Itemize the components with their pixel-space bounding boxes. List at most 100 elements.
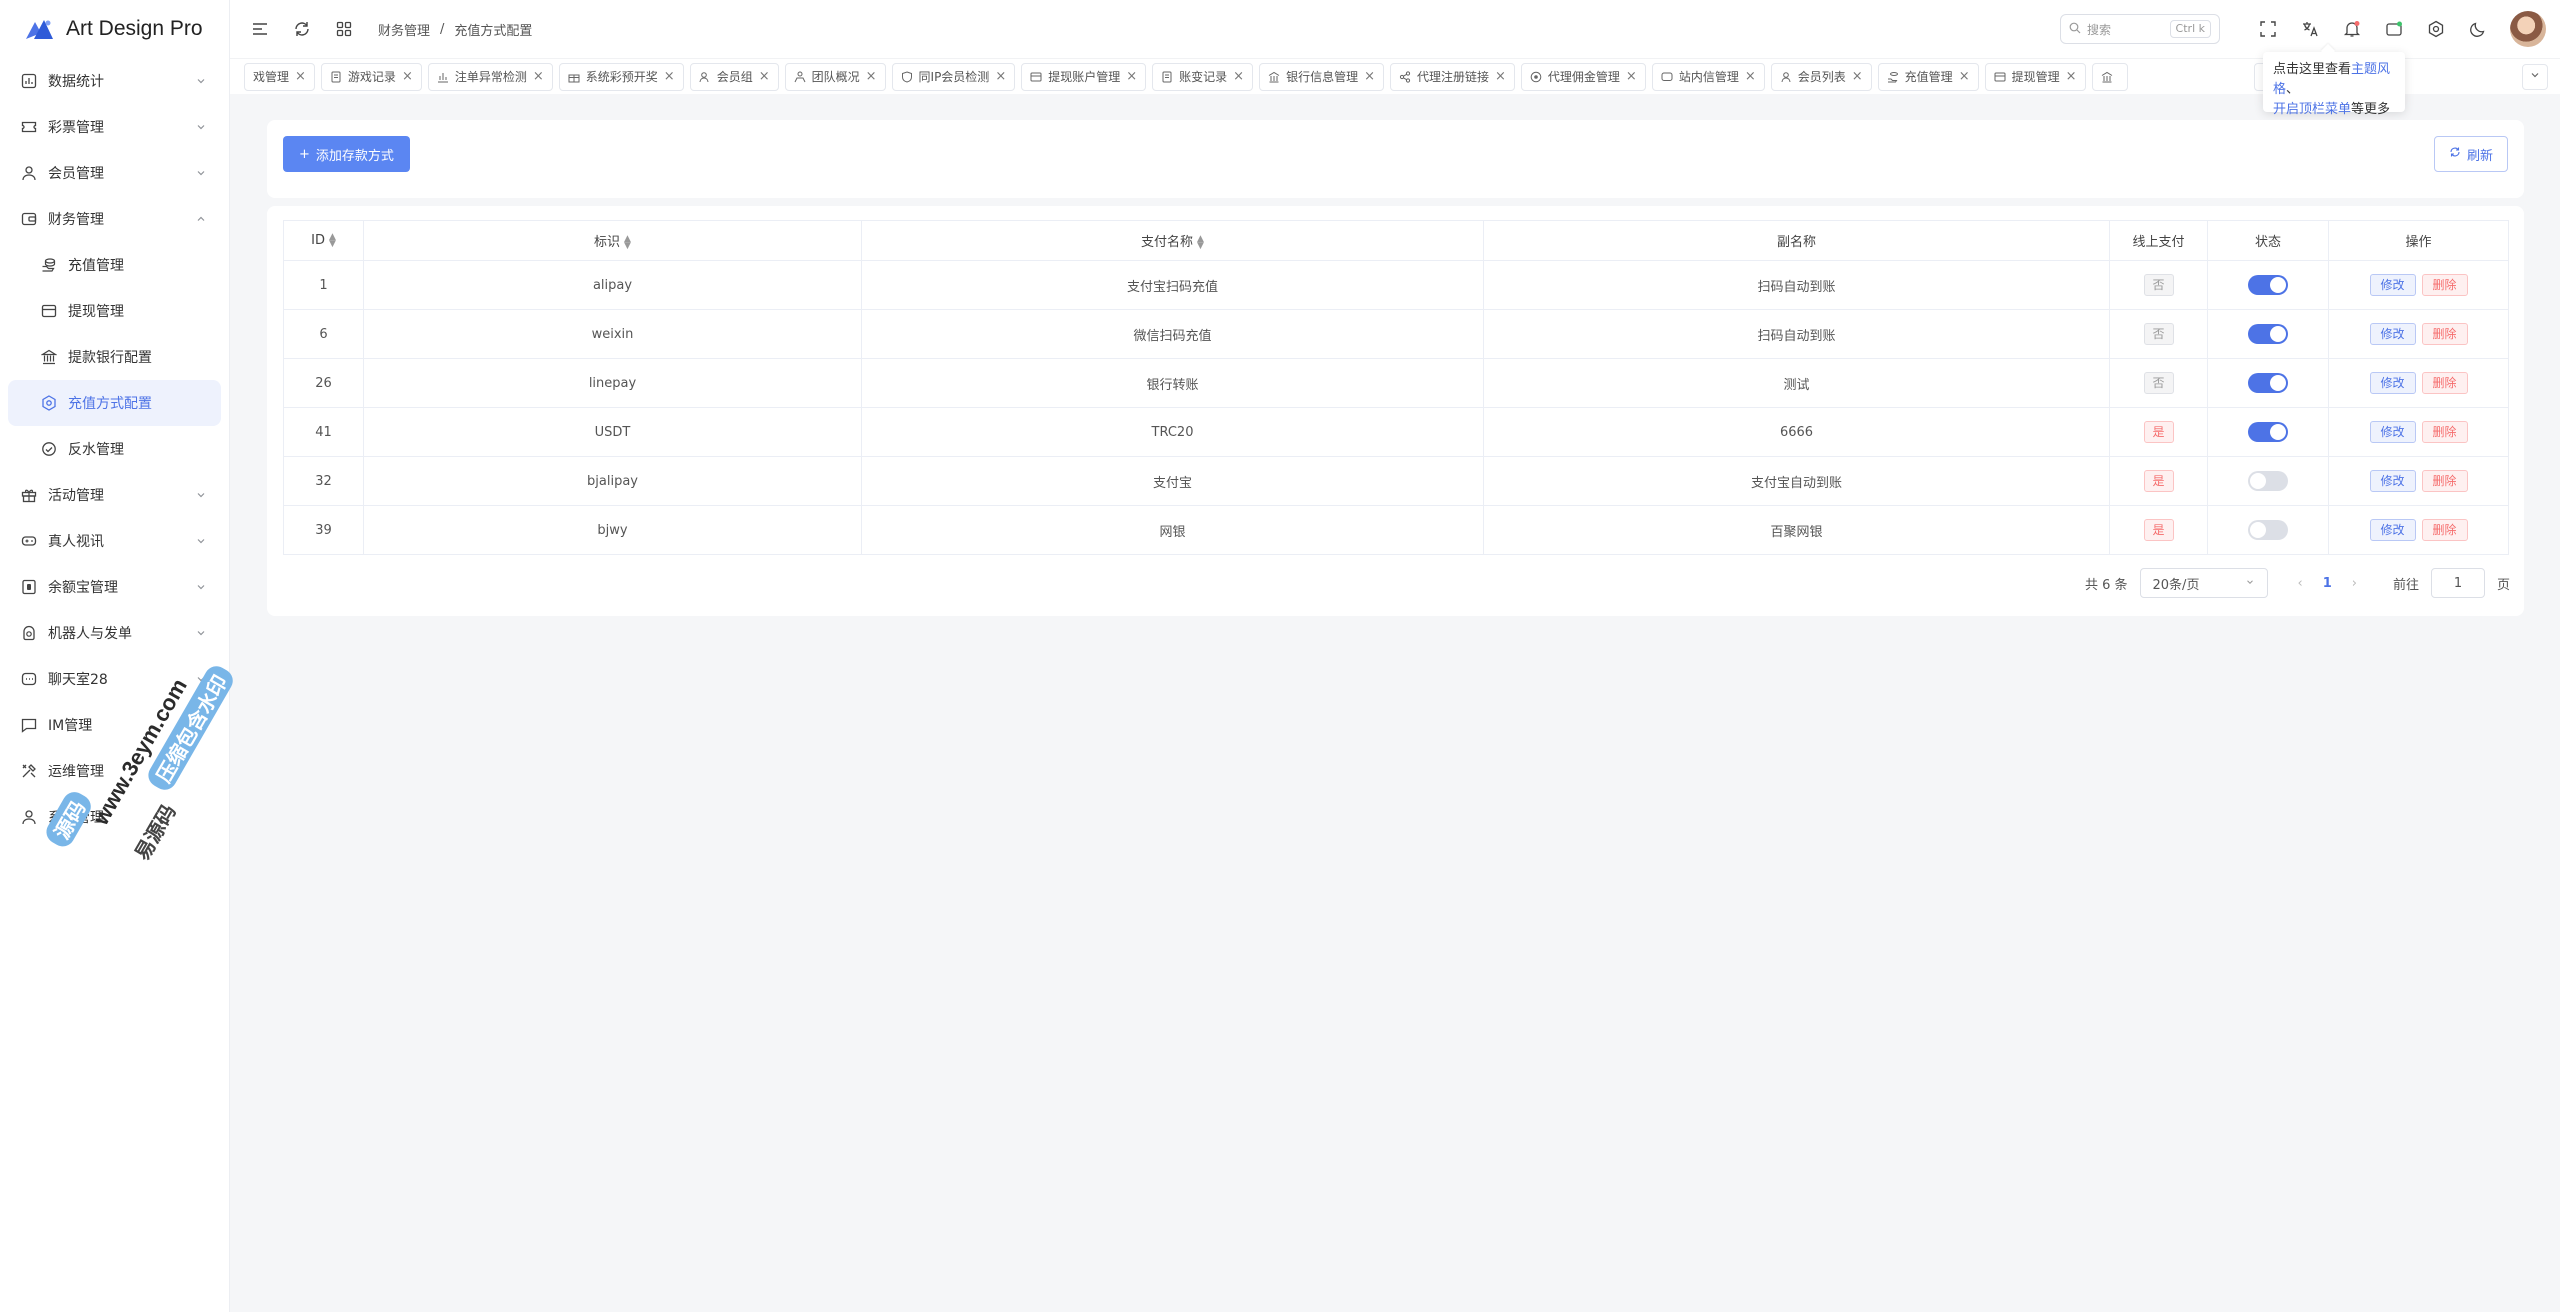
translate-icon[interactable] xyxy=(2300,19,2320,39)
status-toggle[interactable] xyxy=(2248,324,2288,344)
tab-bank-info[interactable]: 银行信息管理 × xyxy=(1259,62,1384,91)
delete-button[interactable]: 删除 xyxy=(2421,470,2468,492)
close-icon[interactable]: × xyxy=(295,69,306,84)
prev-page-icon[interactable]: ‹ xyxy=(2298,576,2303,591)
sidebar-item-chatroom28[interactable]: 聊天室28 xyxy=(0,656,229,702)
edit-button[interactable]: 修改 xyxy=(2369,274,2416,296)
close-icon[interactable]: × xyxy=(1745,69,1756,84)
logo[interactable]: Art Design Pro xyxy=(0,0,229,58)
refresh-icon[interactable] xyxy=(292,19,312,39)
refresh-button[interactable]: 刷新 xyxy=(2433,136,2508,172)
sidebar-item-members[interactable]: 会员管理 xyxy=(0,150,229,196)
bell-icon[interactable] xyxy=(2342,19,2362,39)
close-icon[interactable]: × xyxy=(1126,69,1137,84)
tab-system-lottery[interactable]: 系统彩预开奖 × xyxy=(558,62,684,91)
sidebar-item-lottery[interactable]: 彩票管理 xyxy=(0,104,229,150)
close-icon[interactable]: × xyxy=(995,69,1006,84)
tab-balance-records[interactable]: 账变记录 × xyxy=(1152,62,1254,91)
delete-button[interactable]: 删除 xyxy=(2421,421,2468,443)
edit-button[interactable]: 修改 xyxy=(2369,470,2416,492)
sort-icon[interactable]: ▲ ▼ xyxy=(329,232,336,248)
tab-withdraw-management[interactable]: 提现管理 × xyxy=(1984,62,2086,91)
sort-icon[interactable]: ▲ ▼ xyxy=(624,234,631,250)
settings-gear-icon[interactable] xyxy=(2426,19,2446,39)
fullscreen-icon[interactable] xyxy=(2258,19,2278,39)
column-header-id[interactable]: ID ▲ ▼ xyxy=(283,220,364,261)
tab-bet-anomaly[interactable]: 注单异常检测 × xyxy=(427,62,553,91)
close-icon[interactable]: × xyxy=(664,69,675,84)
sidebar-item-data-stats[interactable]: 数据统计 xyxy=(0,58,229,104)
grid-icon[interactable] xyxy=(334,19,354,39)
chat-icon[interactable] xyxy=(2384,19,2404,39)
tab-member-list[interactable]: 会员列表 × xyxy=(1770,62,1872,91)
sidebar-item-robot[interactable]: 机器人与发单 xyxy=(0,610,229,656)
column-header-name[interactable]: 支付名称 ▲ ▼ xyxy=(861,220,1484,261)
close-icon[interactable]: × xyxy=(866,69,877,84)
status-toggle[interactable] xyxy=(2248,373,2288,393)
avatar[interactable] xyxy=(2510,11,2546,47)
delete-button[interactable]: 删除 xyxy=(2421,372,2468,394)
add-deposit-method-button[interactable]: + 添加存款方式 xyxy=(283,136,410,172)
edit-button[interactable]: 修改 xyxy=(2369,372,2416,394)
sidebar-subitem-withdraw[interactable]: 提现管理 xyxy=(0,288,229,334)
tabs-more-button[interactable] xyxy=(2522,64,2548,90)
page-number-current[interactable]: 1 xyxy=(2323,576,2332,591)
bank-icon xyxy=(2101,71,2113,83)
sidebar-item-live-video[interactable]: 真人视讯 xyxy=(0,518,229,564)
sidebar-item-im[interactable]: IM管理 xyxy=(0,702,229,748)
status-toggle[interactable] xyxy=(2248,275,2288,295)
status-toggle[interactable] xyxy=(2248,471,2288,491)
edit-button[interactable]: 修改 xyxy=(2369,323,2416,345)
close-icon[interactable]: × xyxy=(1959,69,1970,84)
tab-game-records[interactable]: 游戏记录 × xyxy=(320,62,422,91)
sidebar-item-activities[interactable]: 活动管理 xyxy=(0,472,229,518)
tab-member-group[interactable]: 会员组 × xyxy=(689,62,779,91)
sidebar-item-yuebao[interactable]: 余额宝管理 xyxy=(0,564,229,610)
breadcrumb-item[interactable]: 财务管理 xyxy=(378,20,430,39)
edit-button[interactable]: 修改 xyxy=(2369,421,2416,443)
tab-bank-config[interactable] xyxy=(2091,62,2128,91)
delete-button[interactable]: 删除 xyxy=(2421,323,2468,345)
sort-icon[interactable]: ▲ ▼ xyxy=(1197,234,1204,250)
sidebar-item-system[interactable]: 系统管理 xyxy=(0,794,229,840)
sidebar-subitem-recharge[interactable]: 充值管理 xyxy=(0,242,229,288)
tab-game-management[interactable]: 戏管理 × xyxy=(244,62,315,91)
close-icon[interactable]: × xyxy=(759,69,770,84)
menu-fold-icon[interactable] xyxy=(250,19,270,39)
sidebar-item-finance[interactable]: 财务管理 xyxy=(0,196,229,242)
page-size-select[interactable]: 20条/页 xyxy=(2139,568,2268,598)
close-icon[interactable]: × xyxy=(2066,69,2077,84)
sidebar-subitem-bank-config[interactable]: 提款银行配置 xyxy=(0,334,229,380)
close-icon[interactable]: × xyxy=(1233,69,1244,84)
search-input[interactable]: 搜索 Ctrl k xyxy=(2060,14,2220,44)
delete-button[interactable]: 删除 xyxy=(2421,274,2468,296)
cell-actions: 修改 删除 xyxy=(2328,505,2509,555)
close-icon[interactable]: × xyxy=(1852,69,1863,84)
tab-agent-register-links[interactable]: 代理注册链接 × xyxy=(1389,62,1515,91)
top-header: 财务管理 / 充值方式配置 搜索 Ctrl k xyxy=(230,0,2560,58)
sidebar-subitem-rebate[interactable]: 反水管理 xyxy=(0,426,229,472)
sidebar-subitem-recharge-method-config[interactable]: 充值方式配置 xyxy=(8,380,221,426)
tab-same-ip[interactable]: 同IP会员检测 × xyxy=(891,62,1016,91)
close-icon[interactable]: × xyxy=(533,69,544,84)
goto-page-input[interactable]: 1 xyxy=(2430,568,2485,598)
top-menu-link[interactable]: 开启顶栏菜单 xyxy=(2273,102,2351,117)
delete-button[interactable]: 删除 xyxy=(2421,519,2468,541)
moon-icon[interactable] xyxy=(2468,19,2488,39)
tab-site-messages[interactable]: 站内信管理 × xyxy=(1651,62,1765,91)
edit-button[interactable]: 修改 xyxy=(2369,519,2416,541)
tab-agent-commission[interactable]: 代理佣金管理 × xyxy=(1520,62,1646,91)
next-page-icon[interactable]: › xyxy=(2352,576,2357,591)
search-shortcut: Ctrl k xyxy=(2169,20,2211,38)
column-header-code[interactable]: 标识 ▲ ▼ xyxy=(363,220,862,261)
close-icon[interactable]: × xyxy=(1626,69,1637,84)
close-icon[interactable]: × xyxy=(1364,69,1375,84)
status-toggle[interactable] xyxy=(2248,520,2288,540)
tab-recharge-management[interactable]: 充值管理 × xyxy=(1877,62,1979,91)
close-icon[interactable]: × xyxy=(402,69,413,84)
close-icon[interactable]: × xyxy=(1495,69,1506,84)
tab-team-overview[interactable]: 团队概况 × xyxy=(784,62,886,91)
status-toggle[interactable] xyxy=(2248,422,2288,442)
tab-withdraw-accounts[interactable]: 提现账户管理 × xyxy=(1021,62,1147,91)
sidebar-item-ops[interactable]: 运维管理 xyxy=(0,748,229,794)
